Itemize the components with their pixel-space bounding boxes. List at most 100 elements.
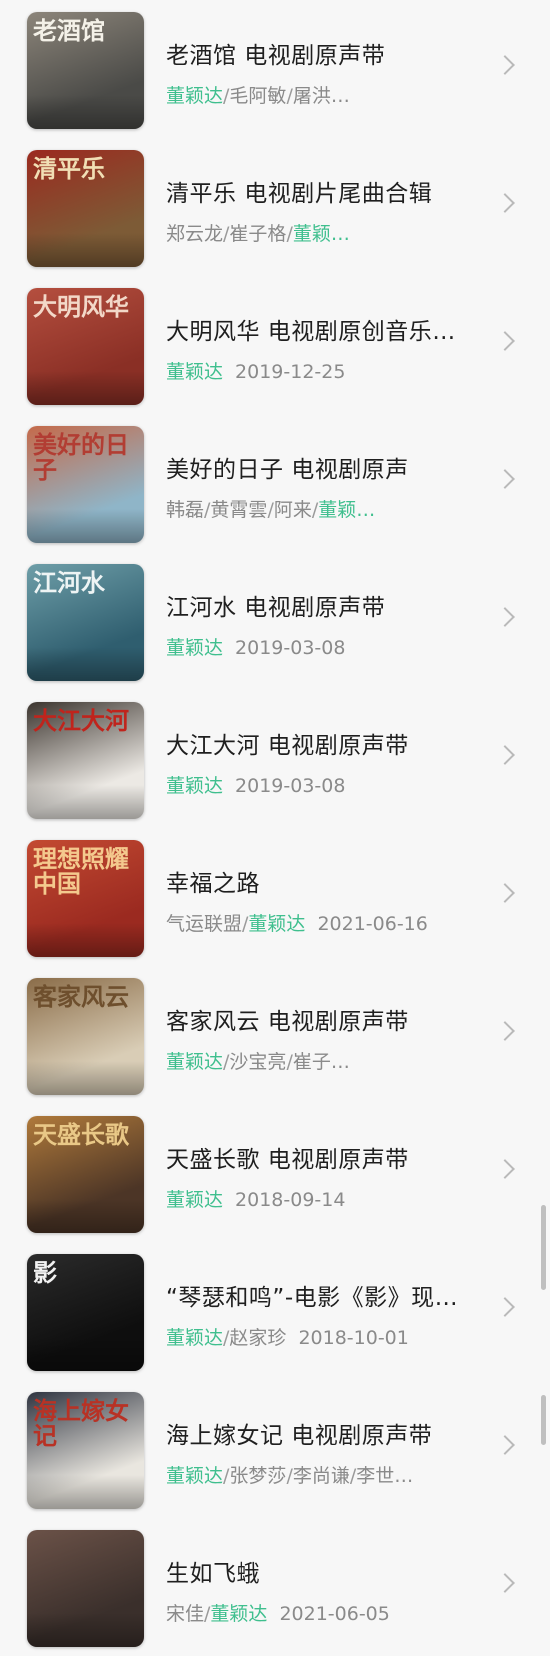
chevron-right-icon[interactable] — [495, 607, 515, 627]
cover-text: 影 — [33, 1258, 57, 1287]
chevron-right-icon[interactable] — [495, 193, 515, 213]
artist-name: 宋佳 — [166, 1603, 205, 1625]
chevron-right-icon[interactable] — [495, 1021, 515, 1041]
album-list-item[interactable]: 江河水江河水 电视剧原声带董颖达 2019-03-08 — [0, 552, 550, 690]
album-list-item[interactable]: 美好的日子 美好的日子 电视剧原声韩磊/黄霄雲/阿来/董颖… — [0, 414, 550, 552]
album-list-item[interactable]: 天盛长歌天盛长歌 电视剧原声带董颖达 2018-09-14 — [0, 1104, 550, 1242]
cover-text: 客家风云 — [33, 982, 129, 1011]
release-date: 2019-03-08 — [235, 637, 346, 659]
cover-text: 美好的日子 — [33, 430, 129, 485]
chevron-right-icon[interactable] — [495, 331, 515, 351]
album-title: 大江大河 电视剧原声带 — [166, 733, 409, 759]
album-subtitle: 董颖达 2019-03-08 — [166, 771, 476, 798]
album-title: 天盛长歌 电视剧原声带 — [166, 1147, 409, 1173]
album-title: 海上嫁女记 电视剧原声带 — [166, 1423, 433, 1449]
cover-text: 理想照耀中国 — [33, 844, 129, 899]
album-subtitle: 董颖达 2019-03-08 — [166, 633, 476, 660]
cover-band — [27, 647, 144, 681]
cover-band — [27, 95, 144, 129]
cover-band — [27, 1337, 144, 1371]
artist-name: 董颖达 — [210, 1603, 268, 1625]
chevron-right-icon[interactable] — [495, 469, 515, 489]
album-cover: 理想照耀中国 — [27, 840, 144, 957]
album-subtitle: 郑云龙/崔子格/董颖… — [166, 219, 476, 246]
artist-name: 赵家珍 — [229, 1327, 287, 1349]
album-cover: 天盛长歌 — [27, 1116, 144, 1233]
artist-name: 崔子… — [292, 1051, 350, 1073]
cover-text: 清平乐 — [33, 154, 105, 183]
artist-name: 董颖… — [318, 499, 376, 521]
release-date: 2021-06-05 — [279, 1603, 390, 1625]
album-list-item[interactable]: 老酒馆 老酒馆 电视剧原声带 董颖达/毛阿敏/屠洪… — [0, 0, 550, 138]
cover-band — [27, 1613, 144, 1647]
chevron-right-icon[interactable] — [495, 1435, 515, 1455]
release-date: 2019-12-25 — [235, 361, 346, 383]
artist-name: 董颖达 — [166, 1465, 224, 1487]
release-date: 2021-06-16 — [317, 913, 428, 935]
album-title: 老酒馆 电视剧原声带 — [166, 43, 386, 69]
album-cover: 大江大河 — [27, 702, 144, 819]
artist-name: 董颖达 — [166, 1327, 224, 1349]
chevron-right-icon[interactable] — [495, 1573, 515, 1593]
album-list-item[interactable]: 生如飞蛾 宋佳/董颖达 2021-06-05 — [0, 1518, 550, 1656]
album-cover: 江河水 — [27, 564, 144, 681]
album-list-item[interactable]: 理想照耀中国 幸福之路 气运联盟/董颖达 2021-06-16 — [0, 828, 550, 966]
scrollbar-thumb-lower[interactable] — [541, 1395, 546, 1445]
album-subtitle: 韩磊/黄霄雲/阿来/董颖… — [166, 495, 476, 522]
cover-text: 天盛长歌 — [33, 1120, 129, 1149]
album-title: 清平乐 电视剧片尾曲合辑 — [166, 181, 433, 207]
album-cover: 大明风华 — [27, 288, 144, 405]
album-subtitle: 董颖达 2019-12-25 — [166, 357, 476, 384]
album-subtitle: 董颖达/赵家珍 2018-10-01 — [166, 1323, 476, 1350]
album-list-item[interactable]: 大江大河大江大河 电视剧原声带董颖达 2019-03-08 — [0, 690, 550, 828]
album-title: 客家风云 电视剧原声带 — [166, 1009, 409, 1035]
artist-name: 董颖达 — [166, 637, 224, 659]
album-cover: 清平乐 — [27, 150, 144, 267]
artist-name: 董颖达 — [166, 361, 224, 383]
album-subtitle: 宋佳/董颖达 2021-06-05 — [166, 1599, 476, 1626]
chevron-right-icon[interactable] — [495, 1297, 515, 1317]
release-date: 2019-03-08 — [235, 775, 346, 797]
album-subtitle: 董颖达 2018-09-14 — [166, 1185, 476, 1212]
artist-name: 黄霄雲 — [210, 499, 268, 521]
album-title: 大明风华 电视剧原创音乐… — [166, 319, 456, 345]
artist-name: 阿来 — [273, 499, 312, 521]
album-list-item[interactable]: 大明风华大明风华 电视剧原创音乐… 董颖达 2019-12-25 — [0, 276, 550, 414]
cover-band — [27, 1061, 144, 1095]
album-subtitle: 董颖达/沙宝亮/崔子… — [166, 1047, 476, 1074]
chevron-right-icon[interactable] — [495, 1159, 515, 1179]
artist-name: 屠洪… — [292, 85, 350, 107]
cover-band — [27, 923, 144, 957]
cover-text: 大明风华 — [33, 292, 129, 321]
album-list-item[interactable]: 清平乐清平乐 电视剧片尾曲合辑郑云龙/崔子格/董颖… — [0, 138, 550, 276]
cover-text: 大江大河 — [33, 706, 129, 735]
artist-name: 毛阿敏 — [229, 85, 287, 107]
album-cover: 客家风云 — [27, 978, 144, 1095]
chevron-right-icon[interactable] — [495, 745, 515, 765]
artist-name: 张梦莎 — [229, 1465, 287, 1487]
album-list-item[interactable]: 影 “琴瑟和鸣”-电影《影》现… 董颖达/赵家珍 2018-10-01 — [0, 1242, 550, 1380]
album-title: “琴瑟和鸣”-电影《影》现… — [166, 1285, 459, 1311]
artist-name: 董颖… — [292, 223, 350, 245]
album-title: 美好的日子 电视剧原声 — [166, 457, 409, 483]
artist-name: 郑云龙 — [166, 223, 224, 245]
album-cover: 海上嫁女记 — [27, 1392, 144, 1509]
album-title: 江河水 电视剧原声带 — [166, 595, 386, 621]
cover-text: 江河水 — [33, 568, 105, 597]
album-list-item[interactable]: 客家风云客家风云 电视剧原声带董颖达/沙宝亮/崔子… — [0, 966, 550, 1104]
album-list-item[interactable]: 海上嫁女记 海上嫁女记 电视剧原声带董颖达/张梦莎/李尚谦/李世… — [0, 1380, 550, 1518]
cover-text: 海上嫁女记 — [33, 1396, 129, 1451]
release-date: 2018-10-01 — [298, 1327, 409, 1349]
album-cover: 美好的日子 — [27, 426, 144, 543]
chevron-right-icon[interactable] — [495, 883, 515, 903]
scrollbar-thumb-upper[interactable] — [541, 1205, 546, 1290]
artist-name: 李世… — [356, 1465, 414, 1487]
artist-name: 董颖达 — [166, 1189, 224, 1211]
cover-band — [27, 233, 144, 267]
artist-name: 董颖达 — [166, 85, 224, 107]
album-cover — [27, 1530, 144, 1647]
album-subtitle: 董颖达/张梦莎/李尚谦/李世… — [166, 1461, 476, 1488]
artist-name: 董颖达 — [166, 775, 224, 797]
chevron-right-icon[interactable] — [495, 55, 515, 75]
cover-band — [27, 785, 144, 819]
